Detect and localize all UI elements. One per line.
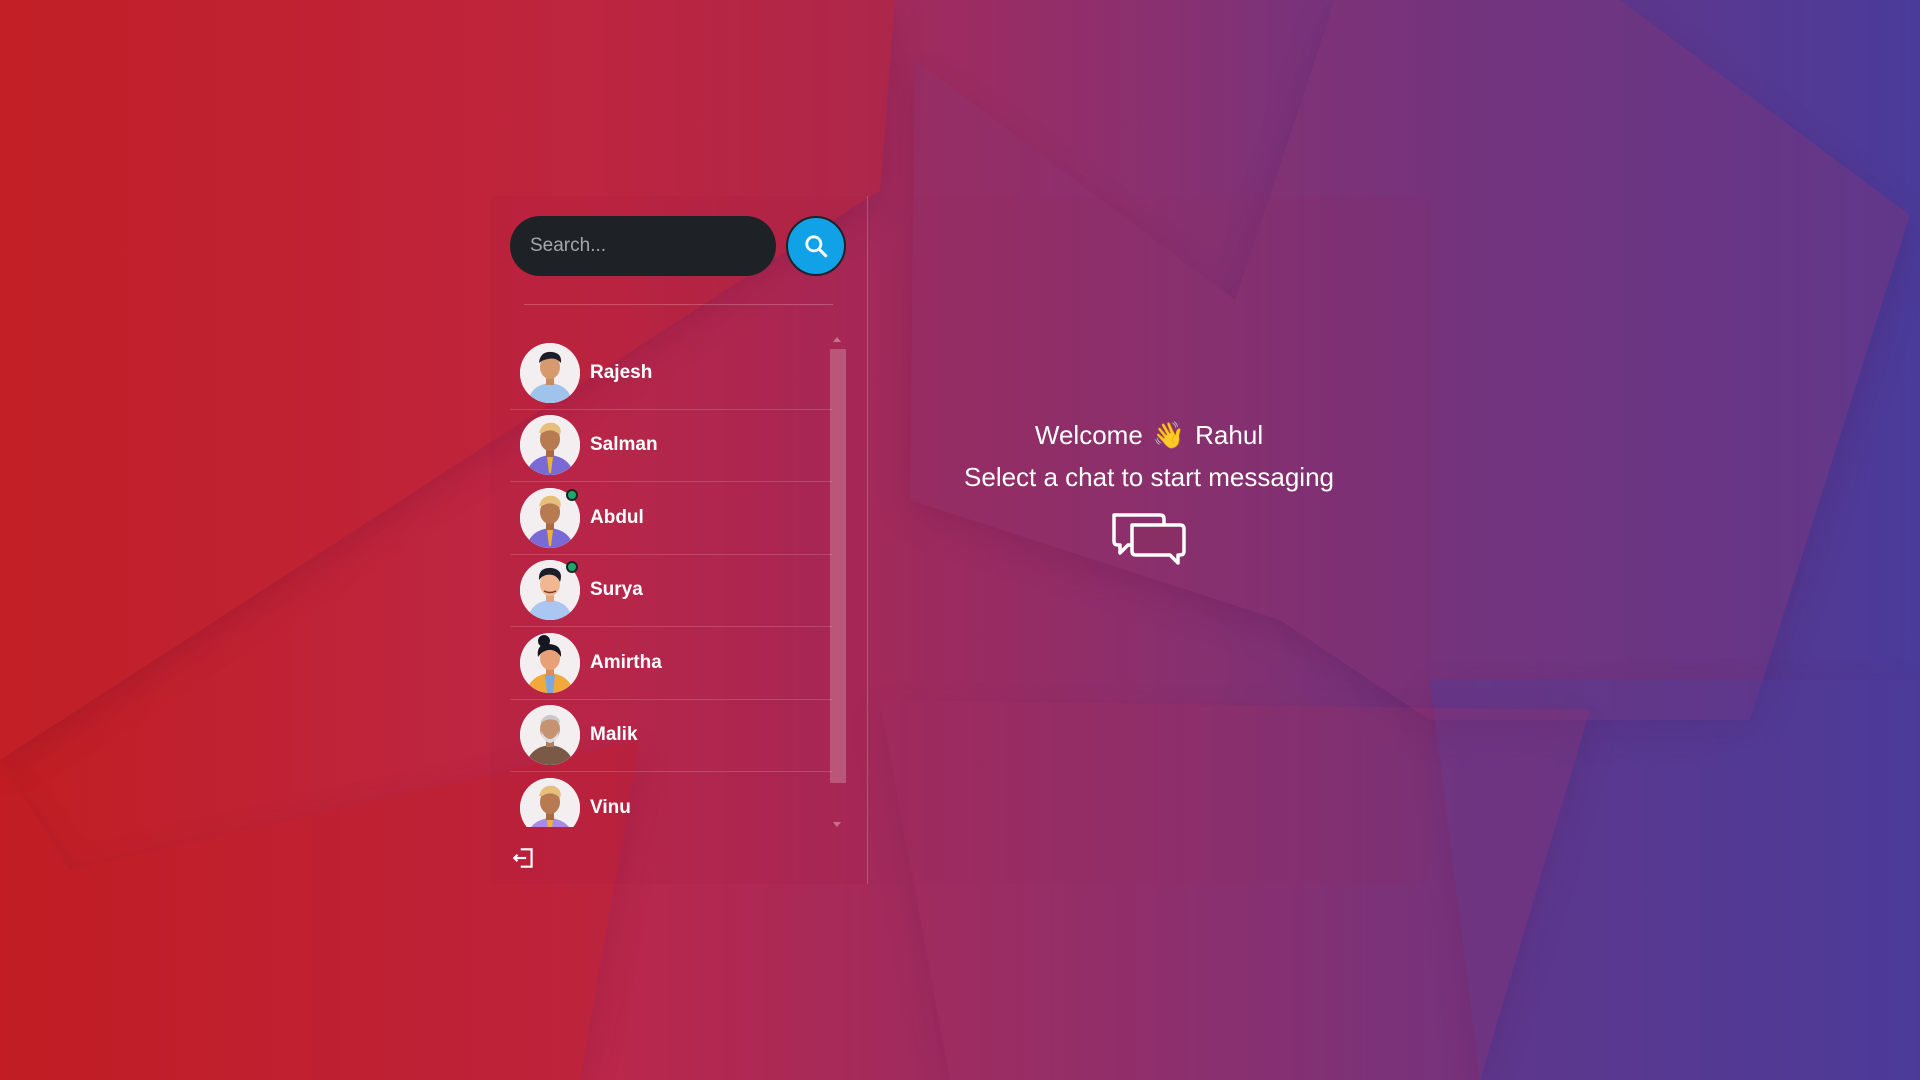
wave-emoji: 👋	[1152, 420, 1186, 450]
welcome-line: Welcome 👋 Rahul	[1035, 418, 1263, 452]
avatar	[520, 705, 580, 766]
user-name: Rahul	[1195, 420, 1264, 450]
avatar	[520, 632, 580, 693]
avatar	[520, 415, 580, 476]
chat-list: Rajesh Salman Abdul Surya Amirtha Malik …	[510, 337, 832, 827]
avatar-wrap	[520, 415, 580, 476]
welcome-text: Welcome	[1034, 420, 1143, 450]
avatar-wrap	[520, 777, 580, 827]
logout-icon	[512, 848, 533, 868]
online-status-dot	[566, 561, 578, 574]
search-input[interactable]	[510, 216, 776, 276]
chat-item-salman[interactable]: Salman	[510, 410, 832, 482]
chat-item-abdul[interactable]: Abdul	[510, 482, 832, 555]
avatar-wrap	[520, 487, 580, 548]
avatar	[520, 342, 580, 403]
chat-item-rajesh[interactable]: Rajesh	[510, 337, 832, 410]
chat-list-container: Rajesh Salman Abdul Surya Amirtha Malik …	[510, 337, 847, 827]
chat-item-vinu[interactable]: Vinu	[510, 772, 832, 827]
chat-name: Malik	[590, 724, 638, 746]
chat-name: Amirtha	[590, 651, 662, 673]
scroll-thumb[interactable]	[830, 349, 846, 783]
chat-app: Rajesh	[490, 196, 1430, 884]
main-panel: Welcome 👋 Rahul Select a chat to start m…	[868, 196, 1430, 884]
sidebar: Rajesh	[490, 196, 868, 884]
scroll-up-arrow[interactable]	[833, 337, 841, 342]
chat-name: Vinu	[590, 796, 631, 818]
chat-item-surya[interactable]: Surya	[510, 555, 832, 627]
chat-bubbles-icon	[1110, 511, 1188, 578]
select-chat-prompt: Select a chat to start messaging	[964, 462, 1334, 492]
search-icon	[805, 235, 828, 258]
chat-name: Surya	[590, 579, 643, 601]
chat-item-malik[interactable]: Malik	[510, 700, 832, 772]
divider	[524, 304, 833, 305]
search-bar	[510, 216, 847, 276]
chat-list-scrollbar[interactable]	[829, 337, 847, 827]
avatar	[520, 777, 580, 827]
chat-name: Salman	[590, 434, 658, 456]
online-status-dot	[566, 488, 578, 501]
chat-name: Abdul	[590, 506, 644, 528]
chat-item-amirtha[interactable]: Amirtha	[510, 627, 832, 700]
scroll-down-arrow[interactable]	[833, 822, 841, 827]
search-button[interactable]	[786, 216, 846, 276]
avatar-wrap	[520, 342, 580, 403]
chat-name: Rajesh	[590, 361, 653, 383]
logout-button[interactable]	[510, 844, 538, 872]
avatar-wrap	[520, 560, 580, 621]
avatar-wrap	[520, 632, 580, 693]
avatar-wrap	[520, 705, 580, 766]
